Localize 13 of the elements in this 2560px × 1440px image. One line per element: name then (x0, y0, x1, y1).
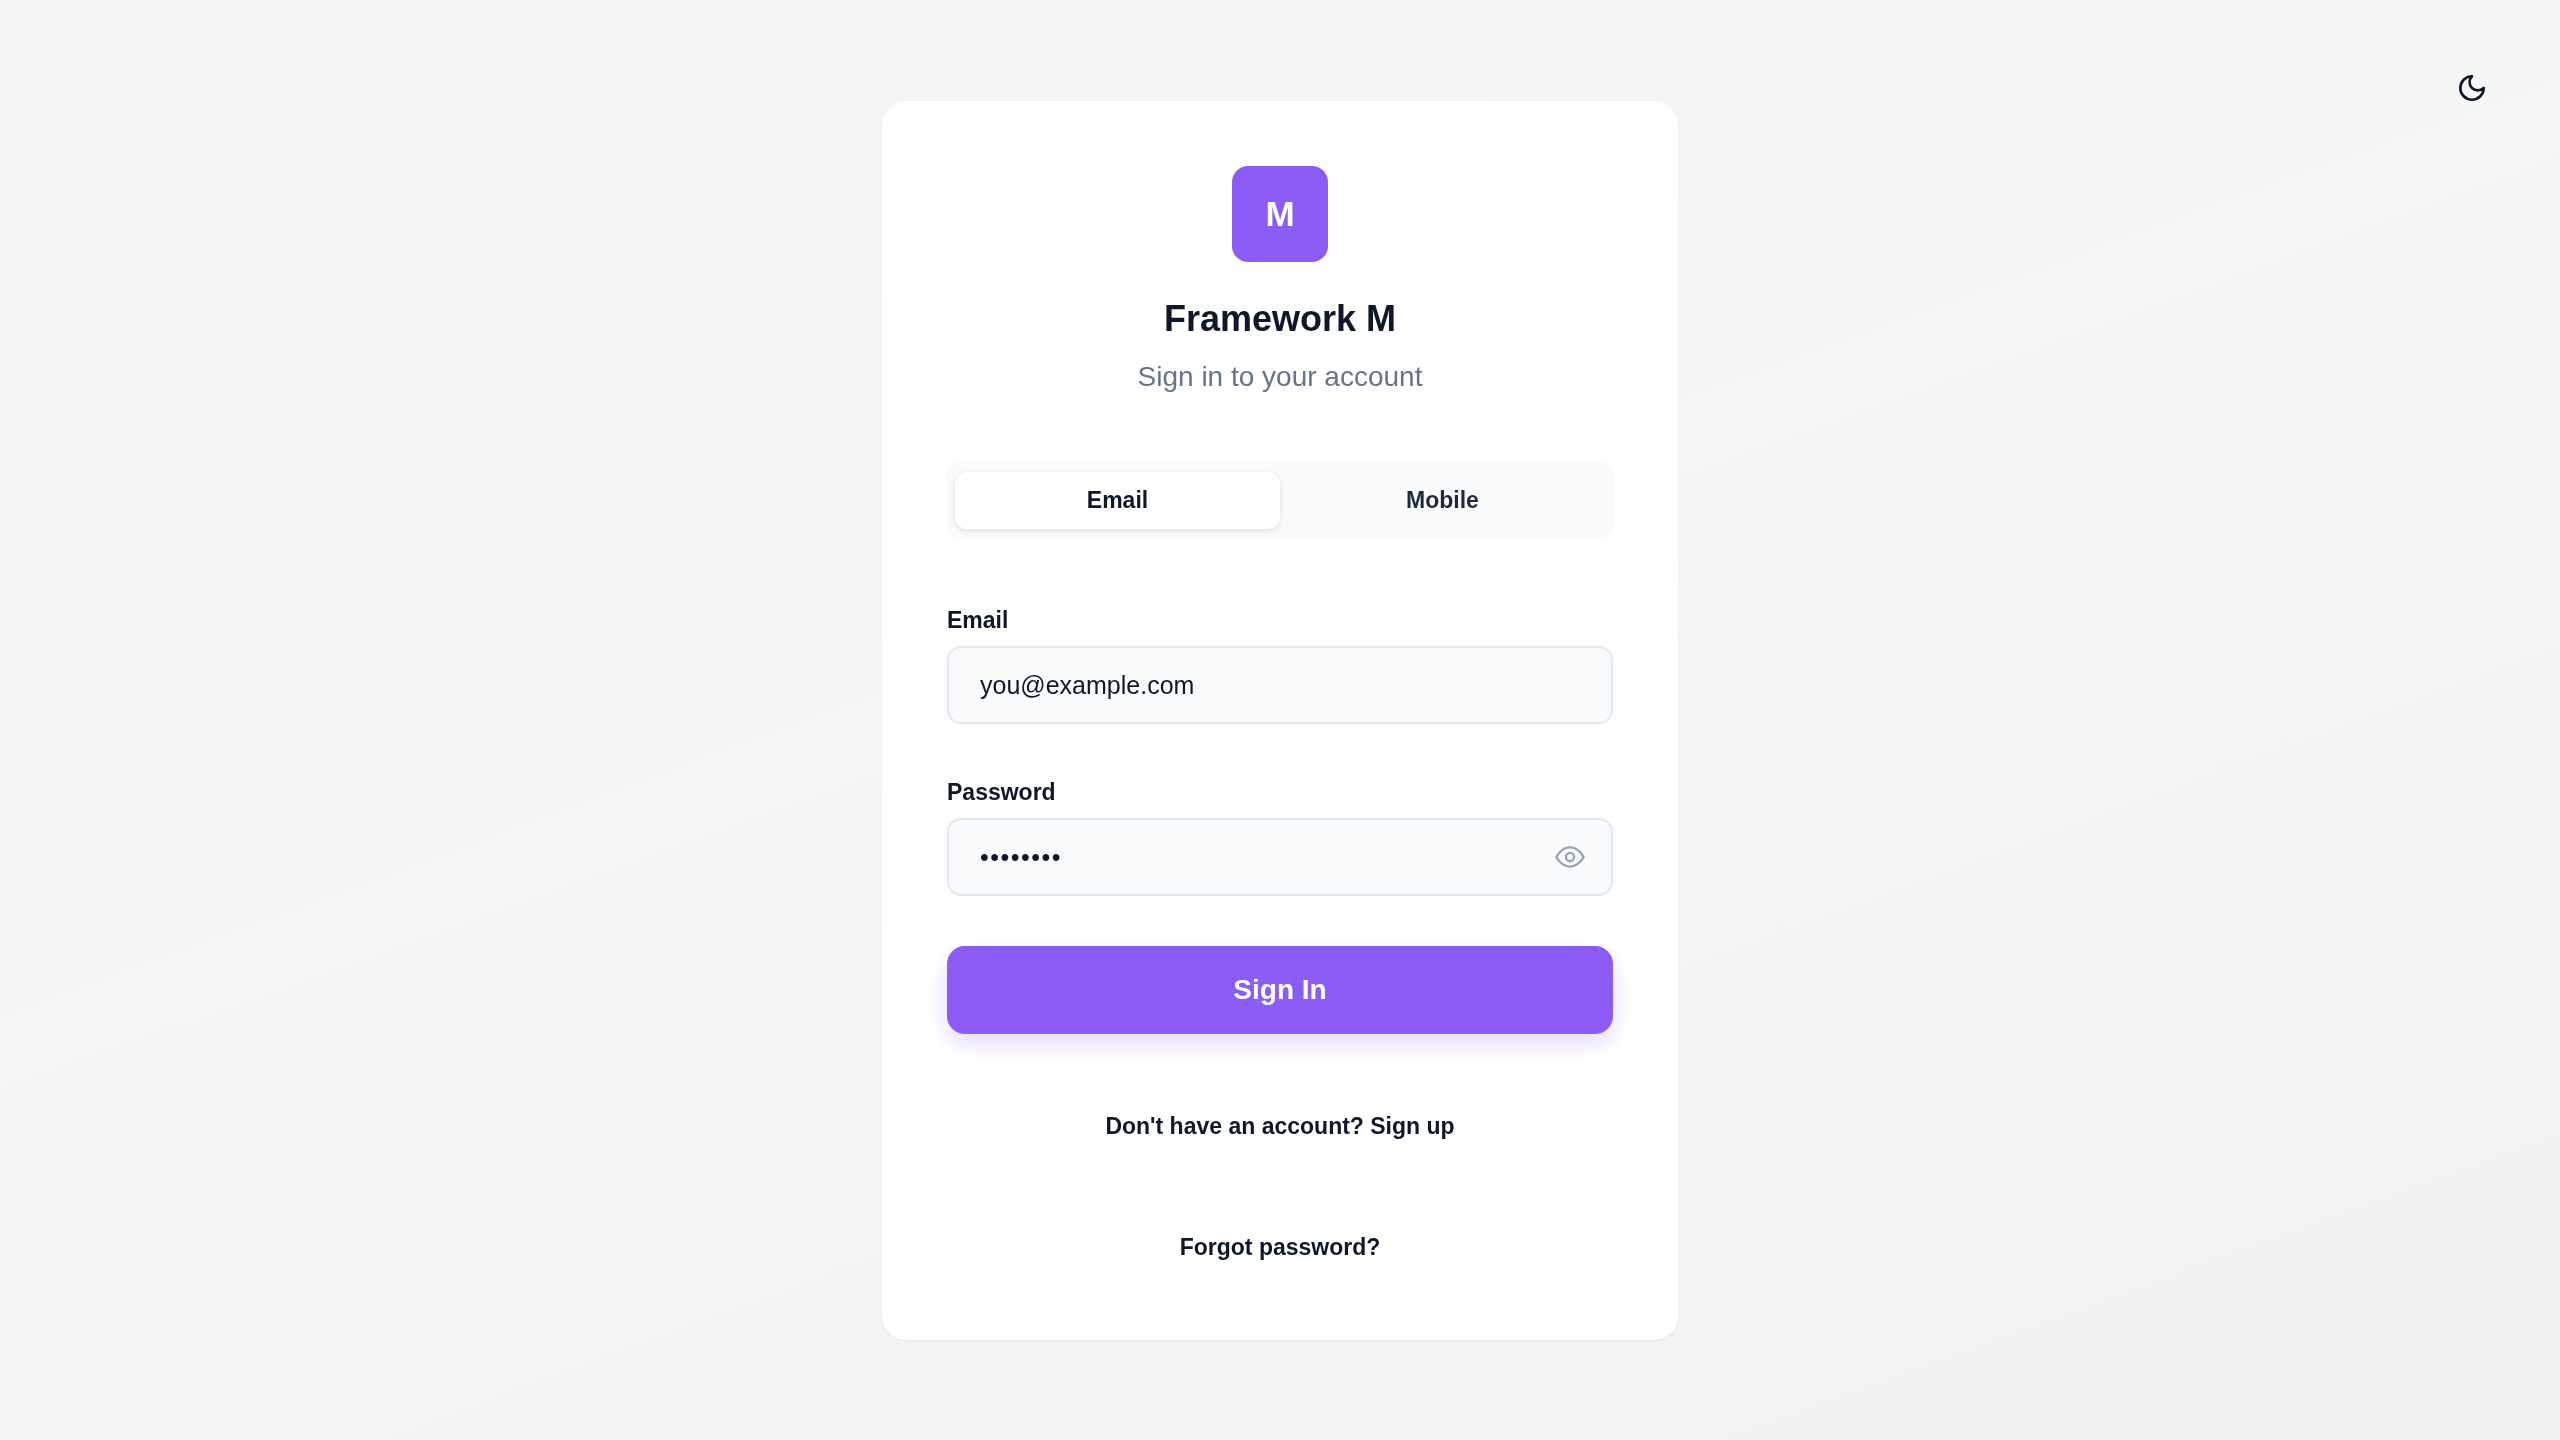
app-title: Framework M (1163, 297, 1397, 341)
forgot-password-link[interactable]: Forgot password? (1179, 1229, 1381, 1265)
field-label: Email (947, 606, 1010, 635)
sign-up-link[interactable]: Don't have an account? Sign up (1105, 1108, 1455, 1144)
sign-in-button[interactable]: Sign In (947, 946, 1613, 1034)
field-label: Password (947, 778, 1057, 807)
moon-icon (2459, 75, 2485, 101)
email-field[interactable]: you@example.com (947, 646, 1613, 724)
app-logo: M (1232, 166, 1328, 262)
tab[interactable]: Mobile (1280, 472, 1605, 529)
password-field[interactable]: •••••••• (947, 818, 1613, 896)
subtitle: Sign in to your account (1137, 360, 1423, 394)
tab[interactable]: Email (955, 472, 1280, 529)
